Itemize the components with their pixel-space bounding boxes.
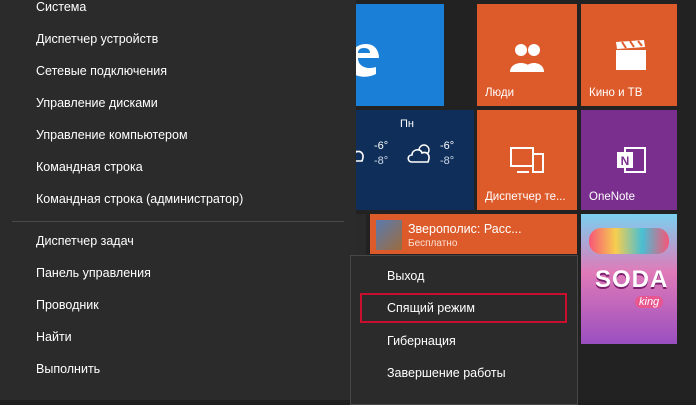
menu-item-device-manager[interactable]: Диспетчер устройств	[36, 32, 158, 46]
cloud-sun-icon	[407, 144, 430, 163]
movies-tile-label: Кино и ТВ	[589, 87, 643, 99]
menu-item-network-connections[interactable]: Сетевые подключения	[36, 64, 167, 78]
weather-day: Пн	[400, 118, 414, 130]
people-tile-label: Люди	[485, 87, 515, 99]
menu-item-run[interactable]: Выполнить	[36, 362, 100, 376]
svg-text:N: N	[621, 154, 630, 168]
people-tile[interactable]: Люди	[477, 4, 577, 106]
menu-item-computer-management[interactable]: Управление компьютером	[36, 128, 188, 142]
menu-item-control-panel[interactable]: Панель управления	[36, 266, 151, 280]
zootopia-tile[interactable]: Зверополис: Расс... Бесплатно	[370, 214, 577, 254]
menu-item-command-prompt-admin[interactable]: Командная строка (администратор)	[36, 192, 243, 206]
menu-item-search[interactable]: Найти	[36, 330, 72, 344]
shutdown-submenu: Выход Спящий режим Гибернация Завершение…	[350, 255, 578, 405]
onenote-tile-label: OneNote	[589, 191, 636, 203]
movies-tile[interactable]: Кино и ТВ	[581, 4, 677, 106]
weather-temp-2: -6°	[440, 140, 455, 152]
candy-crush-soda-tile[interactable]: SODA king	[581, 214, 677, 344]
devices-icon	[510, 147, 544, 173]
people-icon	[510, 44, 544, 72]
candy-pieces	[589, 228, 669, 254]
menu-separator	[12, 221, 344, 222]
zootopia-thumbnail	[376, 220, 402, 250]
clapperboard-icon	[616, 40, 646, 70]
candy-soda-text: SODA	[595, 266, 669, 293]
menu-item-command-prompt[interactable]: Командная строка	[36, 160, 143, 174]
candy-king-badge: king	[635, 296, 664, 308]
onenote-tile[interactable]: N OneNote	[581, 110, 677, 210]
submenu-item-shut-down[interactable]: Завершение работы	[387, 366, 506, 380]
winx-context-menu: Система Диспетчер устройств Сетевые подк…	[0, 0, 356, 400]
zootopia-subtitle: Бесплатно	[408, 238, 458, 249]
onenote-icon: N	[617, 147, 646, 173]
menu-item-file-explorer[interactable]: Проводник	[36, 298, 99, 312]
menu-item-system[interactable]: Система	[36, 0, 86, 14]
device-manager-tile[interactable]: Диспетчер те...	[477, 110, 577, 210]
weather-temp-1: -6°	[374, 140, 389, 152]
weather-temp-2-low: -8°	[440, 155, 455, 167]
menu-item-task-manager[interactable]: Диспетчер задач	[36, 234, 134, 248]
sleep-highlight-box	[360, 293, 567, 323]
submenu-item-sign-out[interactable]: Выход	[387, 269, 424, 283]
device-manager-tile-label: Диспетчер те...	[485, 191, 566, 203]
weather-temp-1-low: -8°	[374, 155, 389, 167]
menu-item-disk-management[interactable]: Управление дисками	[36, 96, 158, 110]
submenu-item-hibernate[interactable]: Гибернация	[387, 334, 456, 348]
zootopia-title: Зверополис: Расс...	[408, 222, 522, 236]
weather-tile[interactable]: Пн -6° -8° -6° -8°	[340, 110, 474, 210]
